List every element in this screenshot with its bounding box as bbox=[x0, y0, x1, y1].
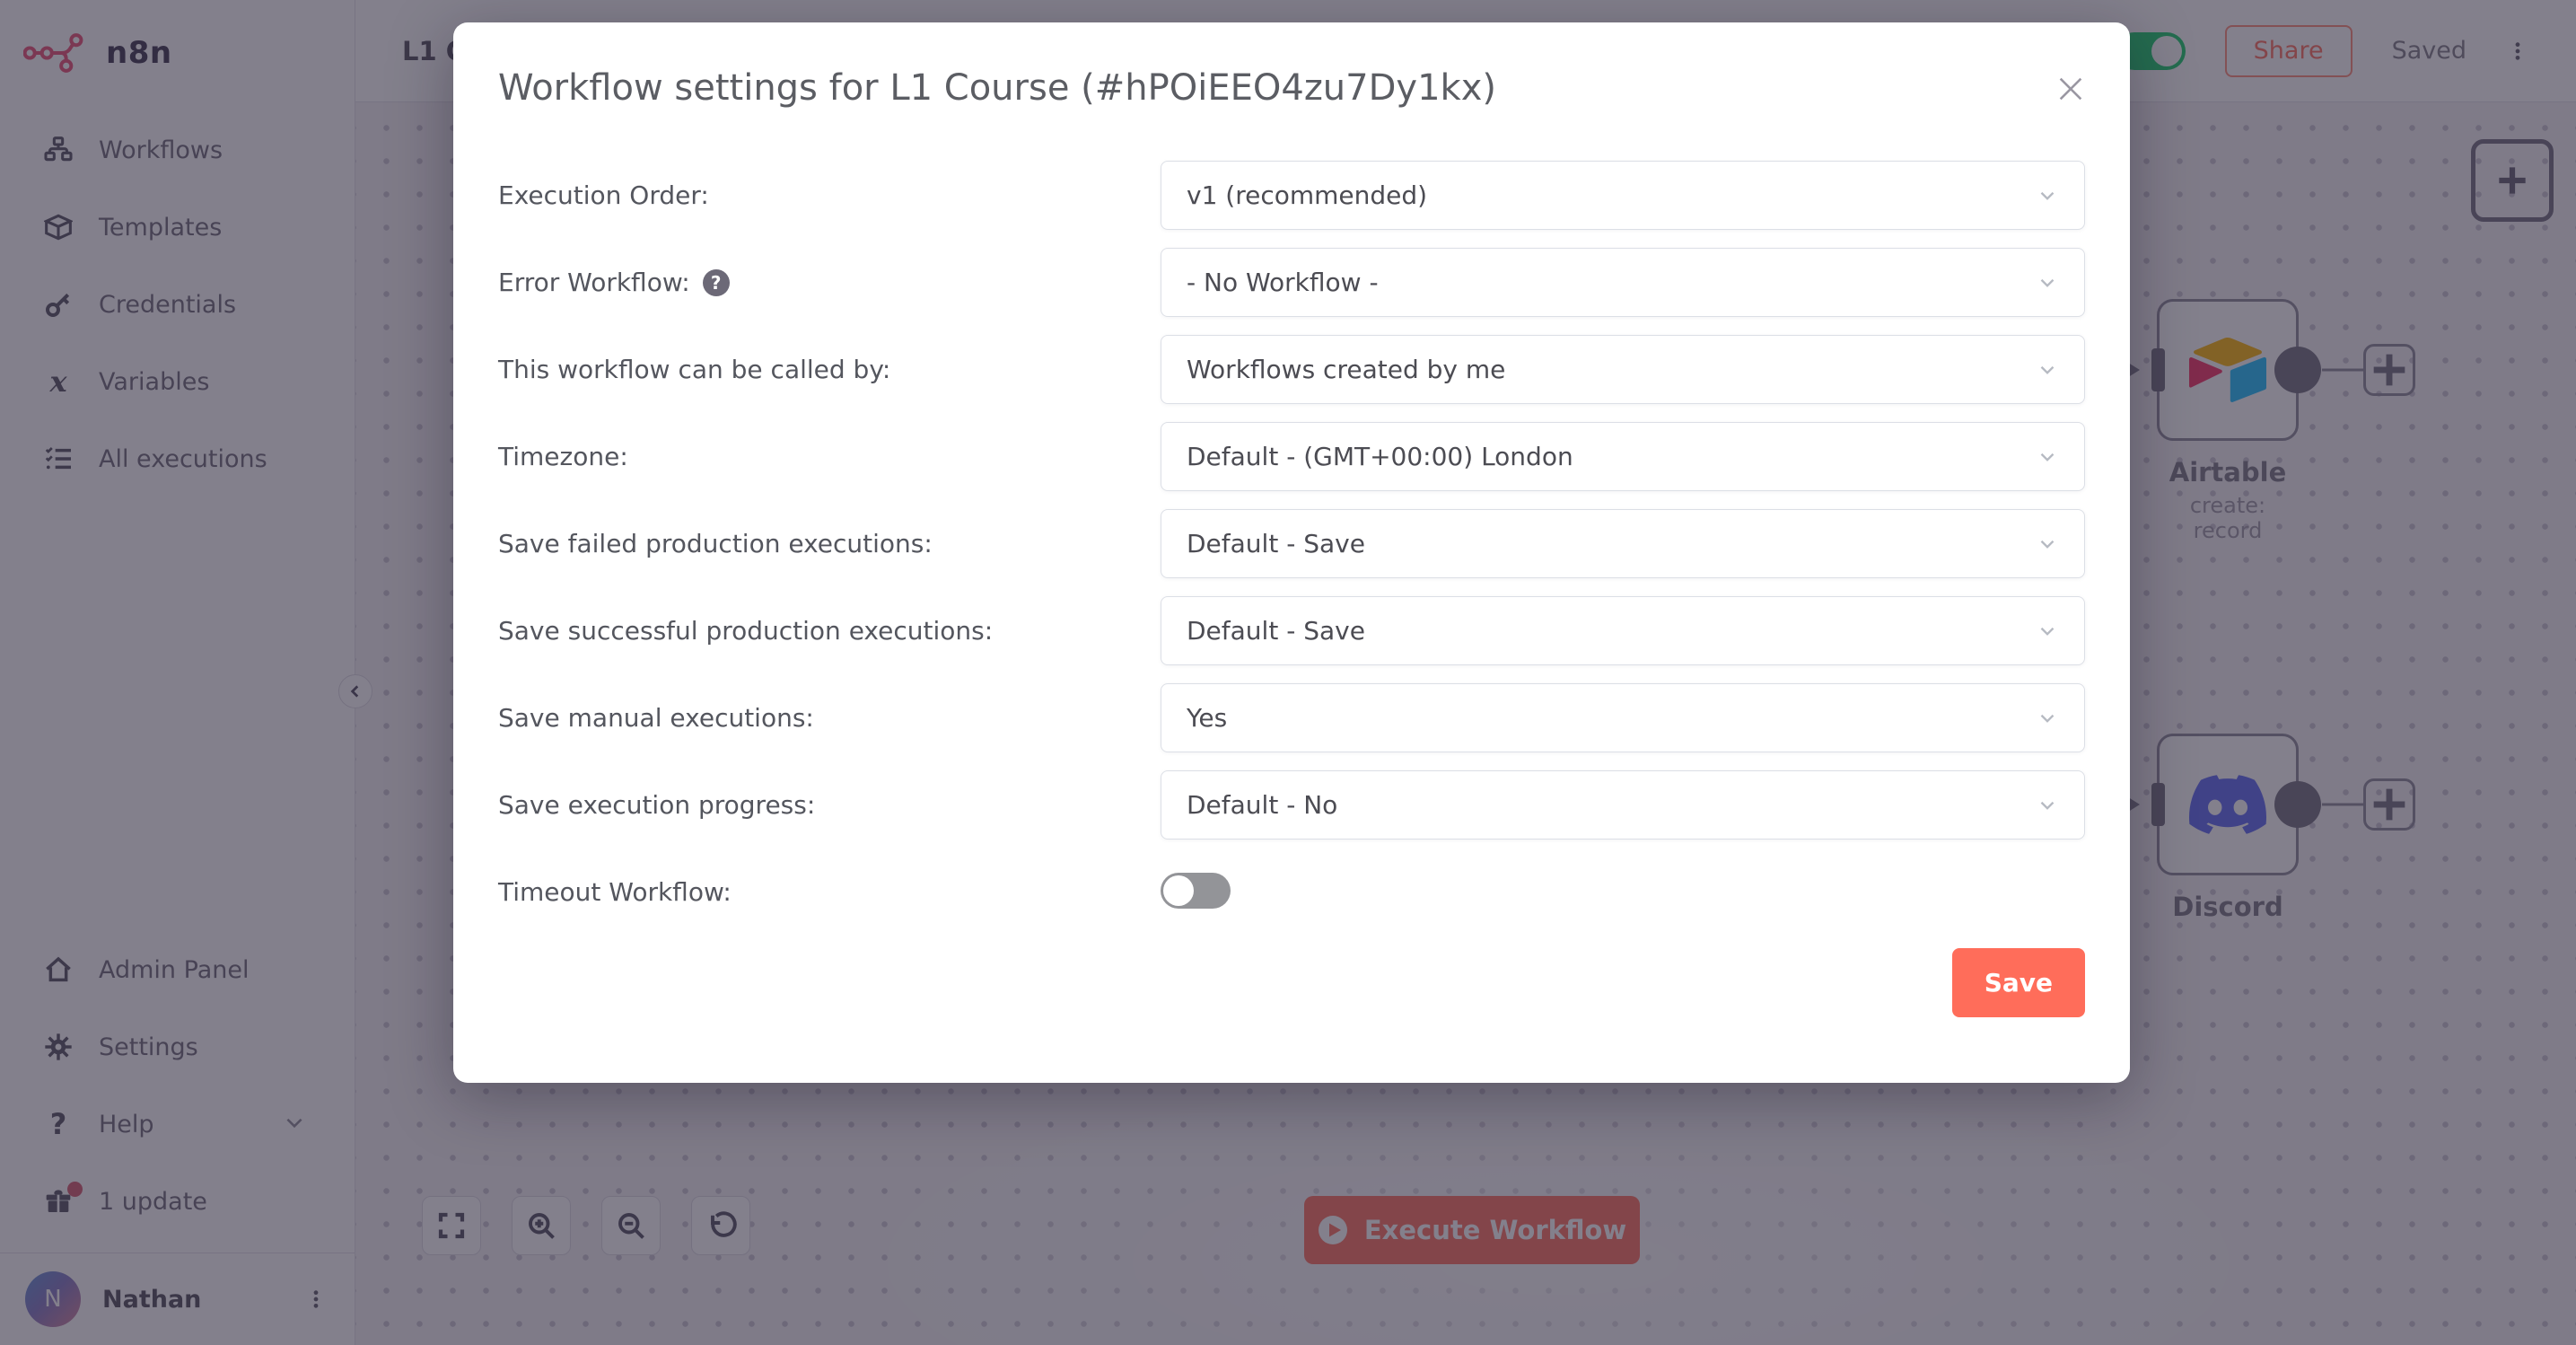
field-label: Error Workflow: ? bbox=[498, 268, 1161, 297]
chevron-down-icon bbox=[2036, 620, 2059, 643]
save-manual-executions-select[interactable]: Yes bbox=[1161, 683, 2085, 752]
form-row: Execution Order: v1 (recommended) bbox=[498, 161, 2085, 230]
timeout-workflow-toggle[interactable] bbox=[1161, 873, 1231, 909]
callable-by-select[interactable]: Workflows created by me bbox=[1161, 335, 2085, 404]
field-label: Execution Order: bbox=[498, 180, 1161, 210]
save-successful-executions-select[interactable]: Default - Save bbox=[1161, 596, 2085, 665]
form-row: Timezone: Default - (GMT+00:00) London bbox=[498, 422, 2085, 491]
form-row: Save successful production executions: D… bbox=[498, 596, 2085, 665]
select-value: Yes bbox=[1187, 703, 1227, 733]
chevron-down-icon bbox=[2036, 445, 2059, 469]
chevron-down-icon bbox=[2036, 184, 2059, 207]
select-value: Workflows created by me bbox=[1187, 355, 1505, 384]
field-label: Timezone: bbox=[498, 442, 1161, 471]
modal-footer: Save bbox=[498, 948, 2085, 1017]
select-value: v1 (recommended) bbox=[1187, 180, 1427, 210]
select-value: Default - No bbox=[1187, 790, 1337, 820]
select-value: Default - (GMT+00:00) London bbox=[1187, 442, 1573, 471]
workflow-settings-modal: Workflow settings for L1 Course (#hPOiEE… bbox=[453, 22, 2130, 1083]
form-row: Error Workflow: ? - No Workflow - bbox=[498, 248, 2085, 317]
toggle-knob bbox=[1163, 875, 1194, 906]
save-failed-executions-select[interactable]: Default - Save bbox=[1161, 509, 2085, 578]
execution-order-select[interactable]: v1 (recommended) bbox=[1161, 161, 2085, 230]
help-circle-icon[interactable]: ? bbox=[703, 269, 730, 296]
form-row: Timeout Workflow: bbox=[498, 857, 2085, 927]
select-value: - No Workflow - bbox=[1187, 268, 1379, 297]
form-row: This workflow can be called by: Workflow… bbox=[498, 335, 2085, 404]
save-execution-progress-select[interactable]: Default - No bbox=[1161, 770, 2085, 840]
select-value: Default - Save bbox=[1187, 529, 1365, 558]
chevron-down-icon bbox=[2036, 707, 2059, 730]
modal-title: Workflow settings for L1 Course (#hPOiEE… bbox=[498, 66, 2085, 110]
field-label: Timeout Workflow: bbox=[498, 877, 1161, 907]
close-icon[interactable] bbox=[2053, 71, 2089, 107]
field-label: This workflow can be called by: bbox=[498, 355, 1161, 384]
field-label: Save successful production executions: bbox=[498, 616, 1161, 646]
field-label: Save failed production executions: bbox=[498, 529, 1161, 558]
chevron-down-icon bbox=[2036, 271, 2059, 294]
save-button[interactable]: Save bbox=[1952, 948, 2085, 1017]
field-label: Save manual executions: bbox=[498, 703, 1161, 733]
form-row: Save manual executions: Yes bbox=[498, 683, 2085, 752]
form-row: Save failed production executions: Defau… bbox=[498, 509, 2085, 578]
select-value: Default - Save bbox=[1187, 616, 1365, 646]
chevron-down-icon bbox=[2036, 358, 2059, 382]
error-workflow-select[interactable]: - No Workflow - bbox=[1161, 248, 2085, 317]
chevron-down-icon bbox=[2036, 532, 2059, 556]
timezone-select[interactable]: Default - (GMT+00:00) London bbox=[1161, 422, 2085, 491]
form-row: Save execution progress: Default - No bbox=[498, 770, 2085, 840]
settings-form: Execution Order: v1 (recommended) Error … bbox=[498, 161, 2085, 927]
chevron-down-icon bbox=[2036, 794, 2059, 817]
field-label: Save execution progress: bbox=[498, 790, 1161, 820]
